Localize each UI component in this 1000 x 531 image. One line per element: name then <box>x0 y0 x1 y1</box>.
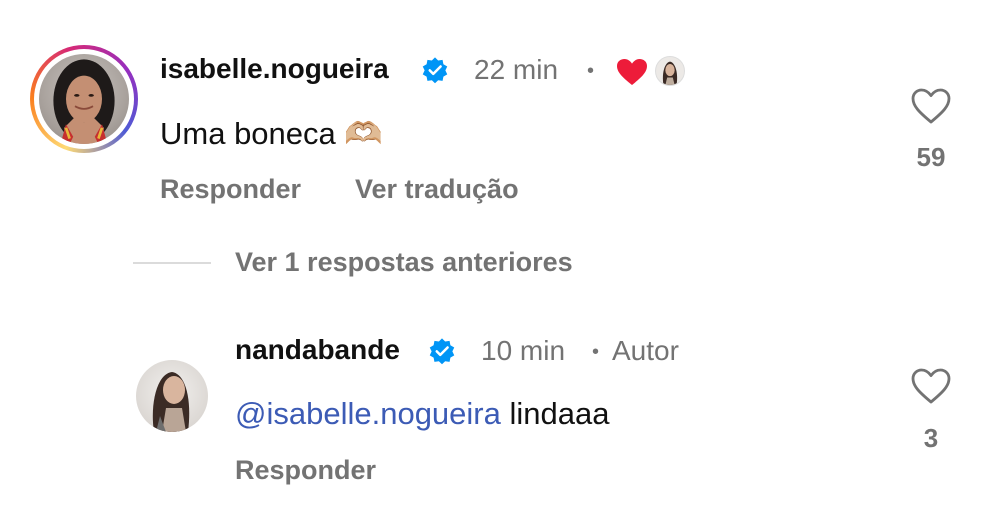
avatar-story-ring[interactable] <box>30 45 138 153</box>
comment-timestamp: 22 min <box>474 54 559 85</box>
reply-button[interactable]: Responder <box>235 455 376 486</box>
comment-text: Uma boneca 🫶🏼 <box>160 115 383 152</box>
mention-link[interactable]: @isabelle.nogueira <box>235 396 501 431</box>
like-heart-icon[interactable] <box>910 367 952 405</box>
liked-by-author-heart-icon <box>616 58 648 86</box>
view-previous-replies-button[interactable]: Ver 1 respostas anteriores <box>235 247 573 278</box>
like-count: 59 <box>916 142 946 172</box>
comment-body: lindaaa <box>509 396 610 431</box>
avatar <box>39 54 129 144</box>
verified-badge-icon <box>428 337 456 365</box>
verified-badge-icon <box>421 56 449 84</box>
heart-hands-emoji: 🫶🏼 <box>344 116 384 151</box>
author-mini-avatar <box>655 56 685 86</box>
comment-username[interactable]: isabelle.nogueira <box>160 53 389 85</box>
comment-body: Uma boneca <box>160 116 336 151</box>
avatar[interactable] <box>136 360 208 432</box>
author-badge: Autor <box>612 335 679 366</box>
comment-username[interactable]: nandabande <box>235 334 400 366</box>
reply-button[interactable]: Responder <box>160 174 301 205</box>
comment-text: @isabelle.nogueira lindaaa <box>235 396 609 432</box>
separator-dot: • <box>592 341 600 363</box>
avatar-image <box>53 59 115 144</box>
avatar-image <box>152 372 190 432</box>
separator-dot: • <box>587 60 595 82</box>
thread-divider <box>133 262 211 264</box>
comment-timestamp: 10 min <box>481 335 566 366</box>
like-heart-icon[interactable] <box>910 87 952 125</box>
see-translation-button[interactable]: Ver tradução <box>355 174 519 205</box>
like-count: 3 <box>923 423 939 453</box>
